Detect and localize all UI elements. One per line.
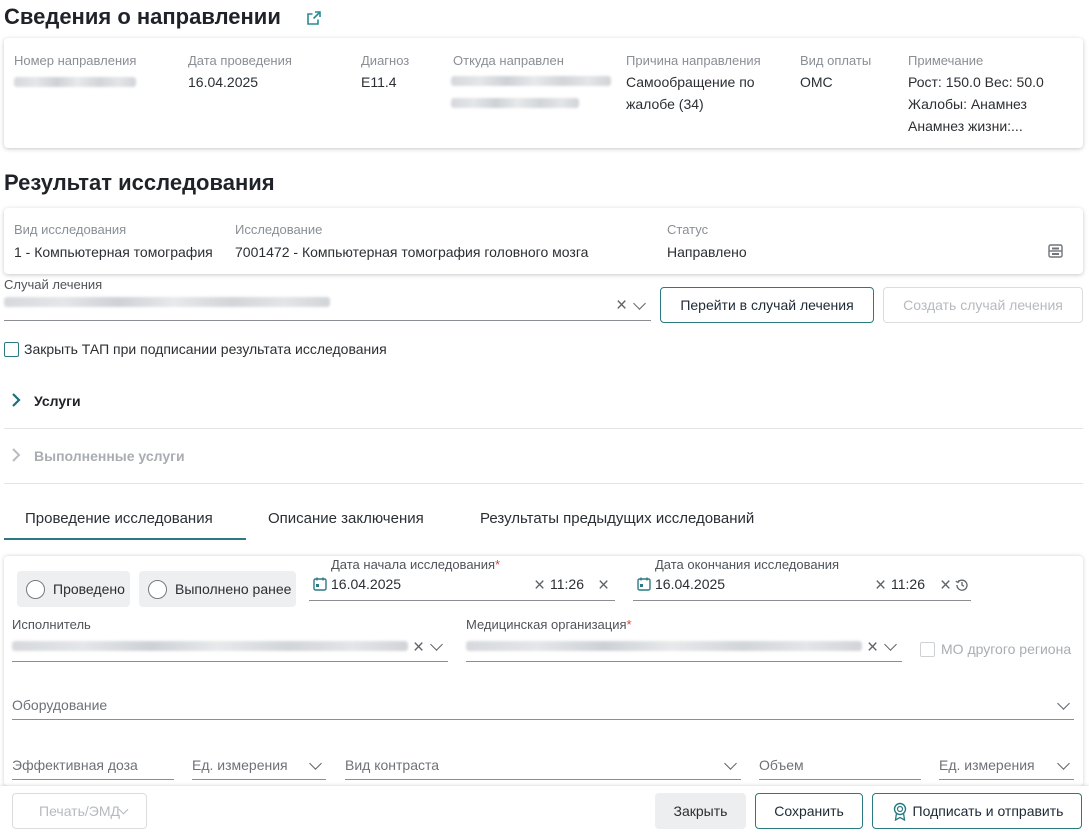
- calendar-icon[interactable]: [313, 577, 327, 591]
- equipment-underline: [12, 719, 1074, 720]
- executor-value[interactable]: [12, 641, 408, 651]
- case-label: Случай лечения: [4, 277, 103, 292]
- referral-date-label: Дата проведения: [188, 53, 292, 68]
- referral-title: Сведения о направлении: [4, 4, 281, 29]
- divider: [4, 428, 1083, 429]
- radio-done[interactable]: Проведено: [17, 571, 130, 607]
- close-tap-label: Закрыть ТАП при подписании результата ис…: [24, 341, 387, 357]
- effective-dose-input[interactable]: Эффективная доза: [12, 757, 138, 773]
- other-region-checkbox[interactable]: [920, 642, 935, 657]
- executor-label: Исполнитель: [12, 617, 91, 632]
- radio-earlier-label: Выполнено ранее: [175, 581, 292, 597]
- dose-underline: [12, 779, 174, 780]
- note-line-3: Анамнез жизни:...: [908, 118, 1023, 134]
- radio-done-label: Проведено: [53, 581, 125, 597]
- referral-reason-value: Самообращение по жалобе (34): [626, 74, 755, 112]
- chevron-right-icon[interactable]: [11, 392, 21, 408]
- study-label: Исследование: [235, 222, 323, 237]
- payment-type-label: Вид оплаты: [800, 53, 872, 68]
- radio-earlier[interactable]: Выполнено ранее: [139, 571, 296, 607]
- clear-executor-icon[interactable]: ×: [413, 638, 424, 657]
- go-to-case-button[interactable]: Перейти в случай лечения: [660, 287, 874, 323]
- payment-type-value: ОМС: [800, 74, 833, 90]
- equipment-select[interactable]: Оборудование: [12, 697, 107, 713]
- certificate-icon: [893, 802, 907, 821]
- case-underline: [4, 320, 651, 321]
- tab-conclusion[interactable]: Описание заключения: [268, 510, 424, 527]
- done-services-section-toggle[interactable]: Выполненные услуги: [34, 448, 185, 464]
- referral-number-label: Номер направления: [14, 53, 137, 68]
- print-emd-button[interactable]: Печать/ЭМД: [12, 793, 147, 829]
- end-time-input[interactable]: 11:26: [891, 576, 925, 592]
- referral-date-value: 16.04.2025: [188, 74, 259, 90]
- case-value[interactable]: [4, 297, 330, 307]
- clear-case-icon[interactable]: ×: [616, 296, 627, 315]
- executor-underline: [12, 661, 448, 662]
- active-tab-indicator: [4, 538, 246, 540]
- medical-org-underline: [466, 661, 902, 662]
- services-section-toggle[interactable]: Услуги: [34, 393, 81, 409]
- diagnosis-value: E11.4: [361, 74, 397, 90]
- sign-and-send-button[interactable]: Подписать и отправить: [872, 793, 1082, 829]
- status-label: Статус: [667, 222, 709, 237]
- create-case-button[interactable]: Создать случай лечения: [883, 287, 1083, 323]
- dose-unit-select[interactable]: Ед. измерения: [192, 757, 288, 773]
- chevron-down-icon: [118, 804, 129, 815]
- details-icon[interactable]: [1048, 244, 1063, 258]
- referral-number-value: [14, 77, 136, 87]
- clock-reset-icon[interactable]: [955, 578, 969, 592]
- clear-start-time-icon[interactable]: ×: [598, 576, 609, 595]
- note-line-1: Рост: 150.0 Вес: 50.0: [908, 74, 1044, 90]
- referred-from-value-line2: [451, 98, 579, 108]
- divider: [4, 483, 1083, 484]
- end-date-label: Дата окончания исследования: [655, 557, 840, 572]
- clear-end-date-icon[interactable]: ×: [875, 576, 886, 595]
- end-date-underline: [633, 600, 971, 601]
- dose-unit-underline: [192, 779, 326, 780]
- radio-circle-icon: [148, 579, 167, 599]
- referred-from-label: Откуда направлен: [453, 53, 564, 68]
- close-tap-checkbox[interactable]: [4, 342, 19, 357]
- tab-previous-results[interactable]: Результаты предыдущих исследований: [480, 510, 754, 527]
- start-date-input[interactable]: 16.04.2025: [331, 576, 401, 592]
- calendar-icon[interactable]: [637, 577, 651, 591]
- end-date-input[interactable]: 16.04.2025: [655, 576, 725, 592]
- status-value: Направлено: [667, 244, 747, 260]
- other-region-label: МО другого региона: [941, 641, 1072, 657]
- study-value: 7001472 - Компьютерная томография головн…: [235, 244, 589, 260]
- result-title: Результат исследования: [4, 170, 275, 195]
- diagnosis-label: Диагноз: [361, 53, 410, 68]
- medical-org-value[interactable]: [466, 641, 862, 651]
- clear-end-time-icon[interactable]: ×: [940, 576, 951, 595]
- tab-conduct-study[interactable]: Проведение исследования: [25, 510, 213, 527]
- volume-unit-underline: [939, 779, 1074, 780]
- referral-card: Номер направления Дата проведения 16.04.…: [4, 38, 1083, 148]
- external-link-icon[interactable]: [306, 10, 322, 26]
- note-line-2: Жалобы: Анамнез: [908, 96, 1027, 112]
- chevron-right-icon[interactable]: [11, 447, 21, 463]
- volume-unit-select[interactable]: Ед. измерения: [939, 757, 1035, 773]
- result-card: Вид исследования 1 - Компьютерная томогр…: [4, 208, 1083, 274]
- start-date-label: Дата начала исследования*: [331, 557, 501, 572]
- referral-reason-label: Причина направления: [626, 53, 761, 68]
- volume-underline: [759, 779, 921, 780]
- close-button[interactable]: Закрыть: [655, 793, 746, 829]
- volume-input[interactable]: Объем: [759, 757, 804, 773]
- contrast-type-select[interactable]: Вид контраста: [345, 757, 439, 773]
- start-date-underline: [309, 600, 615, 601]
- chevron-down-icon[interactable]: [633, 297, 646, 310]
- contrast-underline: [345, 779, 741, 780]
- medical-org-label: Медицинская организация*: [466, 617, 632, 632]
- save-button[interactable]: Сохранить: [755, 793, 863, 829]
- clear-start-date-icon[interactable]: ×: [534, 576, 545, 595]
- study-type-value: 1 - Компьютерная томография: [14, 244, 213, 260]
- referred-from-value-line1: [451, 76, 611, 86]
- clear-medical-org-icon[interactable]: ×: [867, 638, 878, 657]
- start-time-input[interactable]: 11:26: [550, 576, 584, 592]
- note-label: Примечание: [908, 53, 984, 68]
- radio-circle-icon: [26, 579, 45, 599]
- study-type-label: Вид исследования: [14, 222, 127, 237]
